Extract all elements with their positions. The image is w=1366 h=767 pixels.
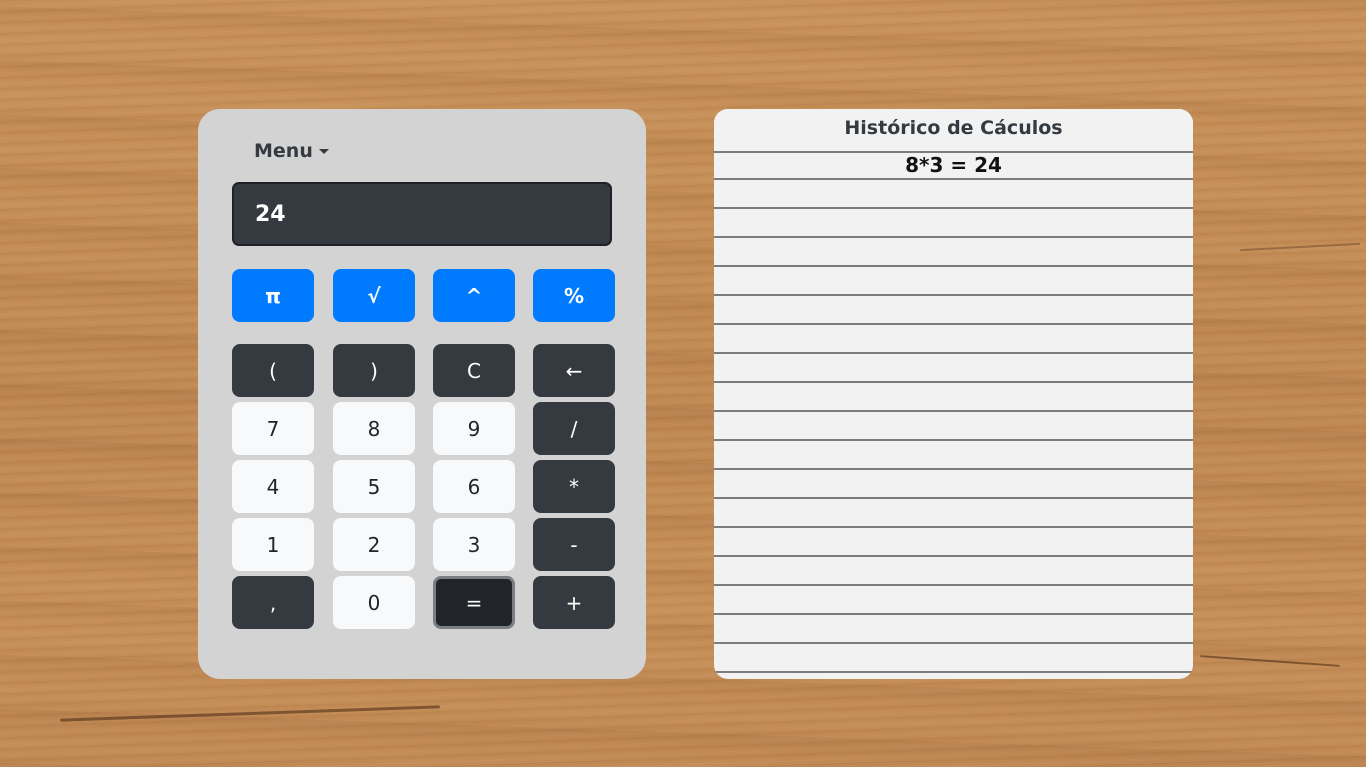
calculator-panel: Menu 24 π √ ^% () C ← 7 8 9 / 4 5 6 * 1 2 3-, 0 = + xyxy=(198,109,646,679)
digit-7-button[interactable]: 7 xyxy=(232,402,314,455)
open-paren-button[interactable]: ( xyxy=(232,344,314,397)
decimal-comma-button[interactable]: , xyxy=(232,576,314,629)
history-title: Histórico de Cáculos xyxy=(844,117,1063,139)
add-button[interactable]: + xyxy=(533,576,615,629)
digit-3-button[interactable]: 3 xyxy=(433,518,515,571)
caret-down-icon xyxy=(318,148,329,154)
multiply-button[interactable]: * xyxy=(533,460,615,513)
digit-2-button[interactable]: 2 xyxy=(333,518,415,571)
digit-9-button[interactable]: 9 xyxy=(433,402,515,455)
history-panel: Histórico de Cáculos 8*3 = 24 xyxy=(714,109,1193,679)
close-paren-button[interactable]: ) xyxy=(333,344,415,397)
digit-6-button[interactable]: 6 xyxy=(433,460,515,513)
menu-dropdown-toggle[interactable]: Menu xyxy=(254,140,329,162)
digit-8-button[interactable]: 8 xyxy=(333,402,415,455)
wood-grain-mark xyxy=(60,705,440,722)
power-button[interactable]: ^ xyxy=(433,269,515,322)
digit-4-button[interactable]: 4 xyxy=(232,460,314,513)
percent-button[interactable]: % xyxy=(533,269,615,322)
history-header: Histórico de Cáculos xyxy=(714,109,1193,153)
equals-button[interactable]: = xyxy=(433,576,515,629)
digit-5-button[interactable]: 5 xyxy=(333,460,415,513)
pi-button[interactable]: π xyxy=(232,269,314,322)
divide-button[interactable]: / xyxy=(533,402,615,455)
wood-grain-mark xyxy=(1240,242,1360,252)
menu-label: Menu xyxy=(254,140,313,162)
clear-button[interactable]: C xyxy=(433,344,515,397)
display-value: 24 xyxy=(255,201,286,227)
subtract-button[interactable]: - xyxy=(533,518,615,571)
digit-0-button[interactable]: 0 xyxy=(333,576,415,629)
digit-1-button[interactable]: 1 xyxy=(232,518,314,571)
wood-grain-mark xyxy=(1200,655,1340,667)
calculator-display[interactable]: 24 xyxy=(232,182,612,246)
history-entry: 8*3 = 24 xyxy=(905,153,1002,177)
backspace-button[interactable]: ← xyxy=(533,344,615,397)
sqrt-button[interactable]: √ xyxy=(333,269,415,322)
